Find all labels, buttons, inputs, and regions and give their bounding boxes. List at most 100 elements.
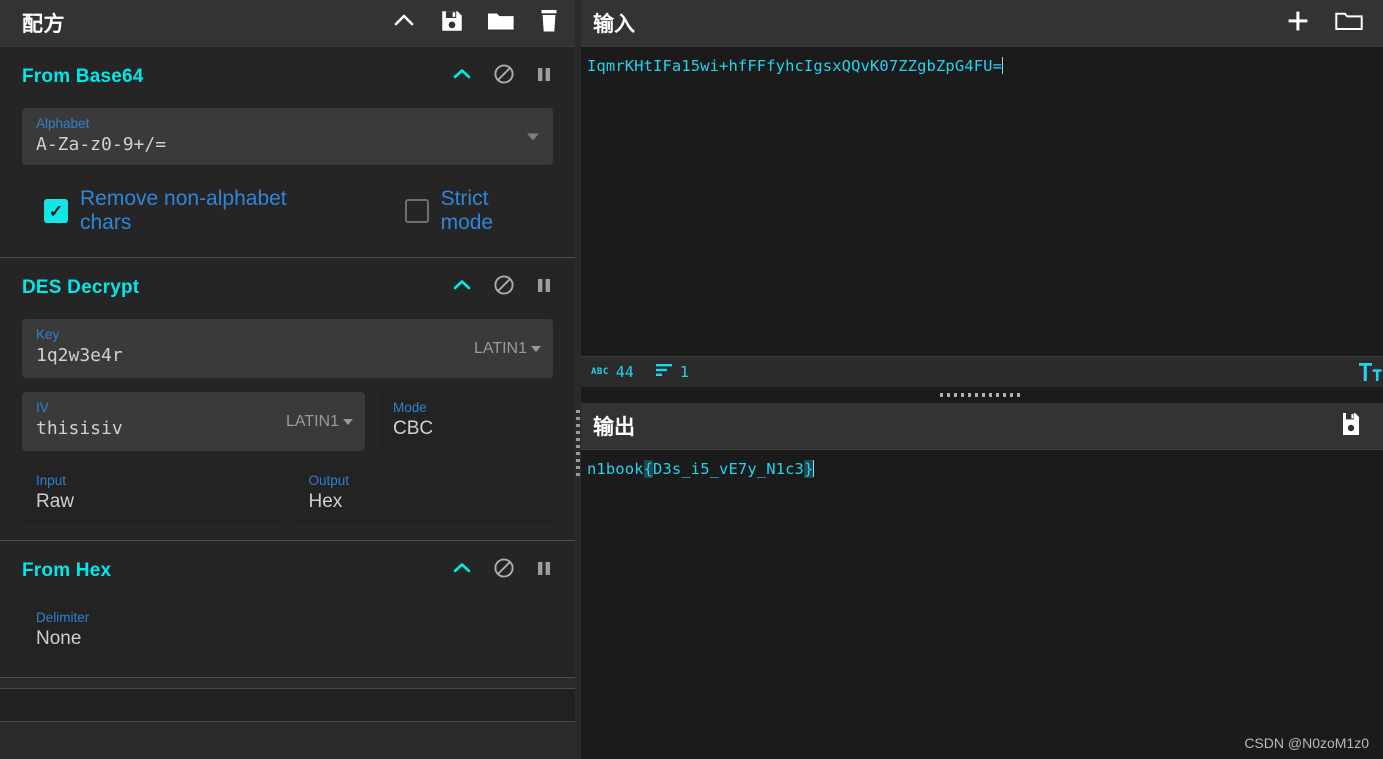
recipe-title: 配方 bbox=[22, 13, 65, 36]
checkbox-box-unchecked[interactable] bbox=[404, 199, 429, 223]
iv-field[interactable]: IV thisisiv LATIN1 bbox=[22, 392, 365, 451]
strict-mode-label: Strict mode bbox=[440, 187, 494, 234]
output-toolbar bbox=[1339, 411, 1369, 442]
splitter-grip bbox=[940, 393, 1024, 397]
base64-checkbox-row: ✓ Remove non-alphabet chars Strict mode bbox=[22, 165, 553, 241]
collapse-icon[interactable] bbox=[391, 8, 417, 39]
abc-icon: ABC bbox=[591, 367, 609, 377]
input-title-bar: 输入 bbox=[581, 0, 1383, 47]
operation-title: From Hex bbox=[22, 559, 112, 581]
input-title: 输入 bbox=[593, 13, 635, 36]
des-output-field[interactable]: Output Hex bbox=[294, 465, 553, 524]
operation-controls bbox=[451, 274, 553, 301]
output-text-inner: D3s_i5_vE7y_N1c3 bbox=[653, 460, 804, 478]
output-editor[interactable]: n1book{D3s_i5_vE7y_N1c3} bbox=[581, 450, 1383, 759]
des-output-value: Hex bbox=[308, 491, 343, 512]
vertical-splitter[interactable] bbox=[575, 0, 581, 759]
alphabet-field[interactable]: Alphabet A-Za-z0-9+/= bbox=[22, 108, 553, 165]
recipe-toolbar bbox=[391, 8, 561, 39]
output-text-prefix: n1book bbox=[587, 460, 644, 478]
save-recipe-icon[interactable] bbox=[439, 8, 465, 39]
mode-field[interactable]: Mode CBC bbox=[379, 392, 553, 451]
operation-disable-icon[interactable] bbox=[493, 274, 515, 301]
iv-encoding-label: LATIN1 bbox=[285, 412, 339, 430]
des-input-field[interactable]: Input Raw bbox=[22, 465, 281, 524]
operation-body: Key 1q2w3e4r LATIN1 IV thisisiv LATIN1 M… bbox=[0, 319, 575, 524]
lines-icon bbox=[655, 363, 673, 382]
io-panel: 输入 IqmrKHtIFa15wi+hfFFfyhcIgsxQQvK07ZZgb… bbox=[581, 0, 1383, 759]
splitter-grip bbox=[576, 410, 580, 480]
input-status-bar: ABC 44 1 bbox=[581, 356, 1383, 387]
operation-header: DES Decrypt bbox=[0, 258, 575, 311]
des-input-label: Input bbox=[36, 473, 67, 488]
operation-body: Alphabet A-Za-z0-9+/= ✓ Remove non-alpha… bbox=[0, 108, 575, 241]
save-output-icon[interactable] bbox=[1339, 411, 1363, 442]
operation-disable-icon[interactable] bbox=[493, 63, 515, 90]
recipe-operations-list: From Base64 Alphabet A-Za-z0-9+/= ✓ Remo… bbox=[0, 47, 575, 759]
operation-disable-icon[interactable] bbox=[493, 557, 515, 584]
operation-body: Delimiter None bbox=[0, 602, 575, 661]
delimiter-label: Delimiter bbox=[36, 610, 90, 625]
operation-collapse-icon[interactable] bbox=[451, 64, 473, 89]
remove-non-alphabet-label: Remove non-alphabet chars bbox=[80, 187, 287, 234]
operation-breakpoint-icon[interactable] bbox=[535, 558, 553, 583]
output-text-line: n1book{D3s_i5_vE7y_N1c3} bbox=[587, 458, 1383, 480]
check-icon: ✓ bbox=[48, 201, 64, 221]
horizontal-splitter[interactable] bbox=[581, 387, 1383, 403]
recipe-title-bar: 配方 bbox=[0, 0, 575, 47]
brace-open: { bbox=[643, 460, 654, 478]
input-length-value: 44 bbox=[615, 363, 634, 381]
cyberchef-app: 配方 From Base64 Alphabet A-Za-z0-9+/= ✓ R… bbox=[0, 0, 1383, 759]
operation-breakpoint-icon[interactable] bbox=[535, 64, 553, 89]
add-input-tab-icon[interactable] bbox=[1285, 8, 1311, 39]
recipe-drop-zone[interactable] bbox=[0, 688, 575, 722]
recipe-list-spacer bbox=[0, 678, 575, 688]
input-lines-value: 1 bbox=[679, 363, 689, 381]
open-input-folder-icon[interactable] bbox=[1335, 8, 1363, 39]
operation-collapse-icon[interactable] bbox=[451, 558, 473, 583]
operation-title: From Base64 bbox=[22, 65, 144, 87]
operation-from-hex[interactable]: From Hex Delimiter None bbox=[0, 541, 575, 678]
operation-controls bbox=[451, 557, 553, 584]
strict-mode-checkbox[interactable]: Strict mode bbox=[404, 187, 531, 235]
operation-collapse-icon[interactable] bbox=[451, 275, 473, 300]
alphabet-value: A-Za-z0-9+/= bbox=[36, 134, 167, 155]
des-output-label: Output bbox=[308, 473, 350, 488]
key-field[interactable]: Key 1q2w3e4r LATIN1 bbox=[22, 319, 553, 378]
chevron-down-icon[interactable] bbox=[527, 133, 539, 140]
recipe-panel: 配方 From Base64 Alphabet A-Za-z0-9+/= ✓ R… bbox=[0, 0, 575, 759]
remove-non-alphabet-checkbox[interactable]: ✓ Remove non-alphabet chars bbox=[44, 187, 311, 235]
operation-header: From Hex bbox=[0, 541, 575, 594]
brace-close: } bbox=[803, 460, 814, 478]
alphabet-label: Alphabet bbox=[36, 116, 90, 131]
input-format-toggle[interactable] bbox=[1359, 361, 1383, 389]
output-panel: 输出 n1book{D3s_i5_vE7y_N1c3} bbox=[581, 403, 1383, 759]
mode-label: Mode bbox=[393, 400, 427, 415]
watermark: CSDN @N0zoM1z0 bbox=[1244, 735, 1369, 751]
key-label: Key bbox=[36, 327, 60, 342]
key-encoding-dropdown[interactable]: LATIN1 bbox=[474, 340, 541, 358]
operation-from-base64[interactable]: From Base64 Alphabet A-Za-z0-9+/= ✓ Remo… bbox=[0, 47, 575, 258]
clear-recipe-trash-icon[interactable] bbox=[537, 8, 561, 39]
output-title-bar: 输出 bbox=[581, 403, 1383, 450]
input-length-status: ABC 44 bbox=[591, 363, 634, 381]
input-toolbar bbox=[1285, 8, 1369, 39]
operation-des-decrypt[interactable]: DES Decrypt Key 1q2w3e4r LATIN1 IV thisi… bbox=[0, 258, 575, 541]
checkbox-box-checked[interactable]: ✓ bbox=[44, 199, 68, 223]
operation-header: From Base64 bbox=[0, 47, 575, 100]
output-title: 输出 bbox=[593, 416, 635, 439]
des-input-value: Raw bbox=[36, 491, 75, 512]
delimiter-field[interactable]: Delimiter None bbox=[22, 602, 553, 661]
operation-controls bbox=[451, 63, 553, 90]
input-output-row: Input Raw Output Hex bbox=[22, 465, 553, 524]
mode-value: CBC bbox=[393, 418, 434, 439]
key-value: 1q2w3e4r bbox=[36, 345, 123, 366]
iv-encoding-dropdown[interactable]: LATIN1 bbox=[286, 413, 353, 431]
input-editor[interactable]: IqmrKHtIFa15wi+hfFFfyhcIgsxQQvK07ZZgbZpG… bbox=[581, 47, 1383, 356]
delimiter-value: None bbox=[36, 628, 82, 649]
text-cursor bbox=[813, 460, 815, 477]
load-recipe-folder-icon[interactable] bbox=[487, 8, 515, 39]
operation-breakpoint-icon[interactable] bbox=[535, 275, 553, 300]
iv-mode-row: IV thisisiv LATIN1 Mode CBC bbox=[22, 392, 553, 451]
chevron-down-icon bbox=[531, 345, 541, 352]
